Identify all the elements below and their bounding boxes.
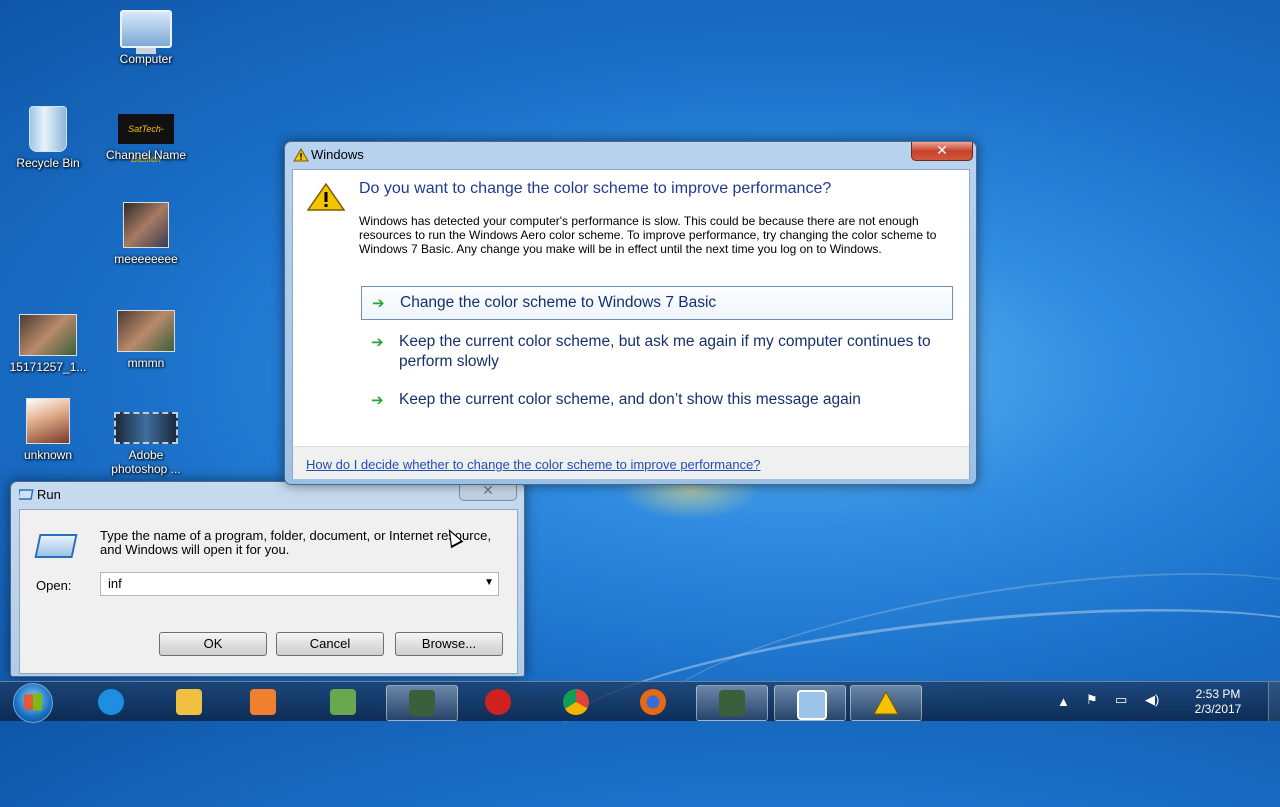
command-link-keep-dont-show[interactable]: ➔ Keep the current color scheme, and don…	[361, 390, 951, 410]
windows-logo-icon	[24, 693, 42, 711]
photo-icon	[123, 202, 169, 248]
taskbar-item-download[interactable]	[463, 685, 533, 719]
desktop-icon-mmmn[interactable]: mmmn	[101, 310, 191, 370]
taskbar-item-firefox[interactable]	[618, 685, 688, 719]
green-arrow-icon: ➔	[371, 334, 384, 351]
taskbar-item-chrome[interactable]	[541, 685, 611, 719]
cmd-icon	[409, 690, 435, 716]
taskbar-item-file-explorer[interactable]	[154, 685, 224, 719]
photo-icon	[26, 398, 70, 444]
computer-icon	[120, 10, 172, 54]
run-icon	[19, 489, 34, 500]
desktop-icon-unknown[interactable]: unknown	[3, 398, 93, 462]
browse-button[interactable]: Browse...	[395, 632, 503, 656]
taskbar: ▲ ⚑ ▭ ◀) 2:53 PM 2/3/2017	[0, 681, 1280, 723]
run-dialog-title: Run	[37, 487, 61, 502]
desktop-icon-label: meeeeeeee	[114, 252, 178, 266]
help-link[interactable]: How do I decide whether to change the co…	[306, 457, 761, 472]
paint-icon	[330, 689, 356, 715]
volume-icon[interactable]: ◀)	[1145, 692, 1159, 708]
run-program-icon	[34, 534, 78, 558]
desktop-icon-label: Computer	[119, 52, 173, 66]
dialog-title: Windows	[311, 147, 364, 162]
desktop-icon-label: Recycle Bin	[16, 156, 80, 170]
show-hidden-icons-button[interactable]: ▲	[1057, 694, 1070, 709]
dialog-close-button[interactable]: ✕	[911, 142, 973, 161]
taskbar-clock[interactable]: 2:53 PM 2/3/2017	[1176, 687, 1260, 717]
desktop-icon-channel-name[interactable]: SatTech-Bastion Channel Name	[101, 114, 191, 164]
taskbar-item-run[interactable]	[774, 685, 846, 721]
cancel-button[interactable]: Cancel	[276, 632, 384, 656]
ok-button[interactable]: OK	[159, 632, 267, 656]
desktop-icon-meeeeeeee[interactable]: meeeeeeee	[101, 202, 191, 266]
open-input-value[interactable]: inf	[108, 576, 122, 591]
desktop-icon-label: 15171257_1...	[9, 360, 87, 374]
chevron-down-icon[interactable]: ▼	[484, 577, 494, 588]
open-label: Open:	[36, 578, 72, 593]
internet-explorer-icon	[98, 689, 124, 715]
command-link-label: Keep the current color scheme, but ask m…	[399, 333, 931, 370]
green-arrow-icon: ➔	[371, 392, 384, 409]
warning-icon	[873, 690, 899, 715]
command-link-label: Change the color scheme to Windows 7 Bas…	[400, 294, 717, 311]
close-icon: ✕	[936, 142, 948, 158]
taskbar-item-warning[interactable]	[850, 685, 922, 721]
show-desktop-button[interactable]	[1268, 682, 1280, 721]
run-description: Type the name of a program, folder, docu…	[100, 528, 491, 557]
taskbar-item-paint[interactable]	[308, 685, 378, 719]
desktop-icon-label: mmmn	[127, 356, 165, 370]
channel-thumbnail-icon: SatTech-Bastion	[118, 114, 174, 164]
dialog-body-text: Windows has detected your computer's per…	[359, 214, 937, 256]
folder-icon	[176, 689, 202, 715]
recycle-bin-icon	[29, 106, 67, 152]
dialog-content: Do you want to change the color scheme t…	[292, 169, 970, 479]
warning-icon	[293, 148, 309, 162]
video-file-icon	[114, 412, 178, 444]
wallpaper-streak	[631, 534, 1280, 807]
main-instruction: Do you want to change the color scheme t…	[359, 180, 832, 197]
desktop-icon-adobe-photoshop[interactable]: Adobe photoshop ...	[101, 412, 191, 476]
photo-icon	[19, 314, 77, 356]
dialog-footer: How do I decide whether to change the co…	[293, 446, 969, 479]
firefox-icon	[640, 689, 666, 715]
run-dialog: Run ✕ Type the name of a program, folder…	[10, 481, 525, 677]
warning-icon	[307, 183, 345, 211]
desktop-icon-15171257[interactable]: 15171257_1...	[3, 314, 93, 374]
cmd-icon	[719, 690, 745, 716]
taskbar-item-media-player[interactable]	[228, 685, 298, 719]
desktop-icon-recycle-bin[interactable]: Recycle Bin	[3, 106, 93, 170]
clock-time: 2:53 PM	[1195, 687, 1241, 701]
start-button[interactable]	[13, 683, 53, 723]
clock-date: 2/3/2017	[1194, 702, 1242, 716]
command-link-change-to-basic[interactable]: ➔ Change the color scheme to Windows 7 B…	[361, 286, 953, 320]
download-icon	[485, 689, 511, 715]
photo-icon	[117, 310, 175, 352]
open-combobox[interactable]: inf ▼	[100, 572, 499, 596]
desktop-icon-label: Adobe photoshop ...	[111, 448, 181, 476]
command-link-keep-ask-again[interactable]: ➔ Keep the current color scheme, but ask…	[361, 332, 951, 372]
green-arrow-icon: ➔	[372, 295, 385, 312]
network-icon[interactable]: ▭	[1115, 692, 1127, 708]
run-icon	[797, 690, 827, 720]
media-player-icon	[250, 689, 276, 715]
taskbar-item-internet-explorer[interactable]	[76, 685, 146, 719]
desktop-icon-computer[interactable]: Computer	[101, 10, 191, 66]
command-link-label: Keep the current color scheme, and don’t…	[399, 391, 861, 408]
desktop-icon-label: Channel Name	[105, 148, 187, 162]
taskbar-item-cmd-2[interactable]	[696, 685, 768, 721]
color-scheme-dialog: Windows ✕ Do you want to change the colo…	[284, 141, 977, 485]
taskbar-item-cmd[interactable]	[386, 685, 458, 721]
desktop-icon-label: unknown	[23, 448, 73, 462]
flag-icon[interactable]: ⚑	[1086, 692, 1098, 708]
chrome-icon	[563, 689, 589, 715]
